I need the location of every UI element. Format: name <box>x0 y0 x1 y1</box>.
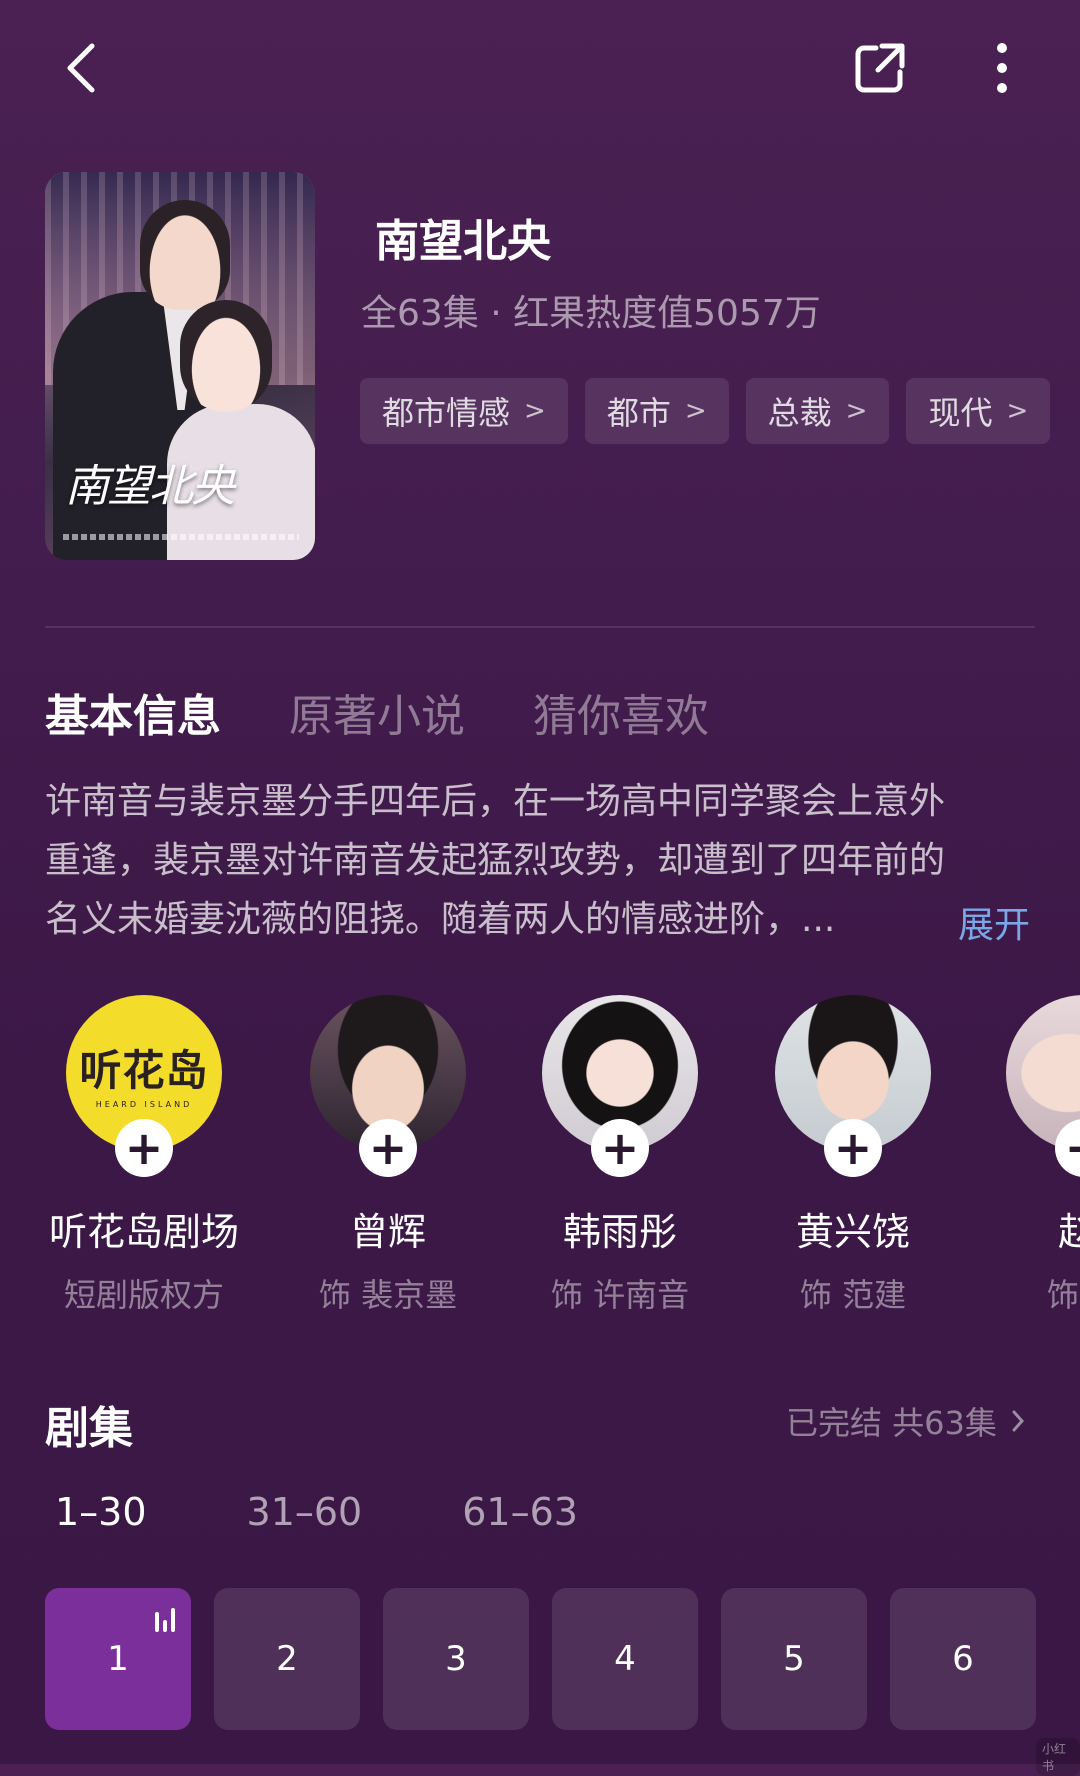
cast-name: 韩雨彤 <box>562 1210 677 1254</box>
cast-name: 听花岛剧场 <box>48 1210 239 1254</box>
cast-member[interactable]: + 韩雨彤 饰 许南音 <box>504 995 736 1315</box>
drama-poster[interactable]: 南望北央 <box>45 172 315 560</box>
range-tab-31-60[interactable]: 31–60 <box>247 1490 363 1534</box>
chevron-left-icon <box>67 43 95 93</box>
episode-grid: 1 2 3 4 5 6 <box>45 1588 1036 1730</box>
episode-range-tabs: 1–30 31–60 61–63 <box>55 1490 678 1534</box>
chevron-right-icon <box>1012 1410 1024 1432</box>
episode-number: 2 <box>276 1639 298 1679</box>
episode-button[interactable]: 5 <box>721 1588 867 1730</box>
episodes-status: 已完结 共63集 <box>786 1404 997 1442</box>
cast-member[interactable]: 听花岛 HEARD ISLAND + 听花岛剧场 短剧版权方 <box>28 995 260 1315</box>
follow-plus-icon[interactable]: + <box>591 1119 649 1177</box>
tag-label: 现代 <box>928 394 993 432</box>
share-icon <box>855 43 905 93</box>
episodes-title: 剧集 <box>45 1403 133 1454</box>
synopsis-line: 重逢，裴京墨对许南音发起猛烈攻势，却遭到了四年前的 <box>45 840 946 881</box>
cast-role: 短剧版权方 <box>63 1276 224 1314</box>
episode-number: 4 <box>614 1639 636 1679</box>
episode-button[interactable]: 1 <box>45 1588 191 1730</box>
episodes-status-link[interactable]: 已完结 共63集 <box>786 1398 1025 1444</box>
logo-text: 听花岛 <box>79 1046 209 1095</box>
cast-name: 赵- <box>1058 1210 1080 1254</box>
episode-number: 3 <box>445 1639 467 1679</box>
episode-button[interactable]: 4 <box>552 1588 698 1730</box>
cast-member[interactable]: + 赵- 饰 沈 <box>968 995 1080 1315</box>
tag-chip[interactable]: 都市情感 > <box>360 378 568 444</box>
cast-role: 饰 许南音 <box>550 1276 690 1314</box>
drama-subtitle: 全63集 · 红果热度值5057万 <box>361 293 821 334</box>
range-tab-1-30[interactable]: 1–30 <box>55 1490 147 1534</box>
cast-role: 饰 裴京墨 <box>318 1276 458 1314</box>
logo-subtext: HEARD ISLAND <box>95 1100 193 1109</box>
poster-fine-print <box>63 534 299 540</box>
tag-label: 总裁 <box>767 394 832 432</box>
expand-link[interactable]: 展开 <box>958 896 1030 948</box>
tab-basic-info[interactable]: 基本信息 <box>45 680 221 744</box>
synopsis: 许南音与裴京墨分手四年后，在一场高中同学聚会上意外 重逢，裴京墨对许南音发起猛烈… <box>45 772 1040 949</box>
synopsis-line: 许南音与裴京墨分手四年后，在一场高中同学聚会上意外 <box>45 781 946 822</box>
tag-label: 都市 <box>606 394 671 432</box>
tab-original-novel[interactable]: 原著小说 <box>289 680 465 744</box>
cast-name: 曾辉 <box>349 1210 426 1254</box>
watermark: 小红书 <box>1036 1738 1080 1776</box>
cast-name: 黄兴饶 <box>795 1210 910 1254</box>
tag-list: 都市情感 > 都市 > 总裁 > 现代 > <box>360 378 1051 444</box>
poster-figure-head <box>180 300 272 412</box>
back-button[interactable] <box>40 28 120 108</box>
more-button[interactable] <box>962 28 1042 108</box>
poster-figure-head <box>140 200 230 310</box>
chevron-right-icon: > <box>684 396 707 426</box>
cast-role: 饰 沈 <box>1046 1276 1080 1314</box>
share-button[interactable] <box>840 28 920 108</box>
playing-icon <box>155 1608 175 1632</box>
tag-label: 都市情感 <box>382 394 511 432</box>
cast-member[interactable]: + 曾辉 饰 裴京墨 <box>272 995 504 1315</box>
episode-button[interactable]: 2 <box>214 1588 360 1730</box>
synopsis-line: 名义未婚妻沈薇的阻挠。随着两人的情感进阶，... <box>45 899 836 940</box>
tag-chip[interactable]: 都市 > <box>584 378 729 444</box>
drama-title: 南望北央 <box>375 216 551 267</box>
tab-recommendations[interactable]: 猜你喜欢 <box>533 680 709 744</box>
episode-number: 5 <box>783 1639 805 1679</box>
follow-plus-icon[interactable]: + <box>359 1119 417 1177</box>
follow-plus-icon[interactable]: + <box>824 1119 882 1177</box>
episode-button[interactable]: 3 <box>383 1588 529 1730</box>
tag-chip[interactable]: 总裁 > <box>745 378 890 444</box>
more-vertical-icon <box>997 43 1007 93</box>
episode-number: 1 <box>107 1639 129 1679</box>
follow-plus-icon[interactable]: + <box>115 1119 173 1177</box>
range-tab-61-63[interactable]: 61–63 <box>462 1490 578 1534</box>
chevron-right-icon: > <box>845 396 868 426</box>
cast-role: 饰 范建 <box>799 1276 907 1314</box>
chevron-right-icon: > <box>524 396 546 426</box>
poster-title-art: 南望北央 <box>65 461 235 512</box>
tab-bar: 基本信息 原著小说 猜你喜欢 <box>45 680 709 744</box>
cast-list: 听花岛 HEARD ISLAND + 听花岛剧场 短剧版权方 + 曾辉 饰 裴京… <box>0 995 1080 1315</box>
episode-number: 6 <box>952 1639 974 1679</box>
section-divider <box>45 626 1035 628</box>
tag-chip[interactable]: 现代 > <box>906 378 1051 444</box>
chevron-right-icon: > <box>1006 396 1029 426</box>
episode-button[interactable]: 6 <box>890 1588 1036 1730</box>
cast-member[interactable]: + 黄兴饶 饰 范建 <box>737 995 969 1315</box>
